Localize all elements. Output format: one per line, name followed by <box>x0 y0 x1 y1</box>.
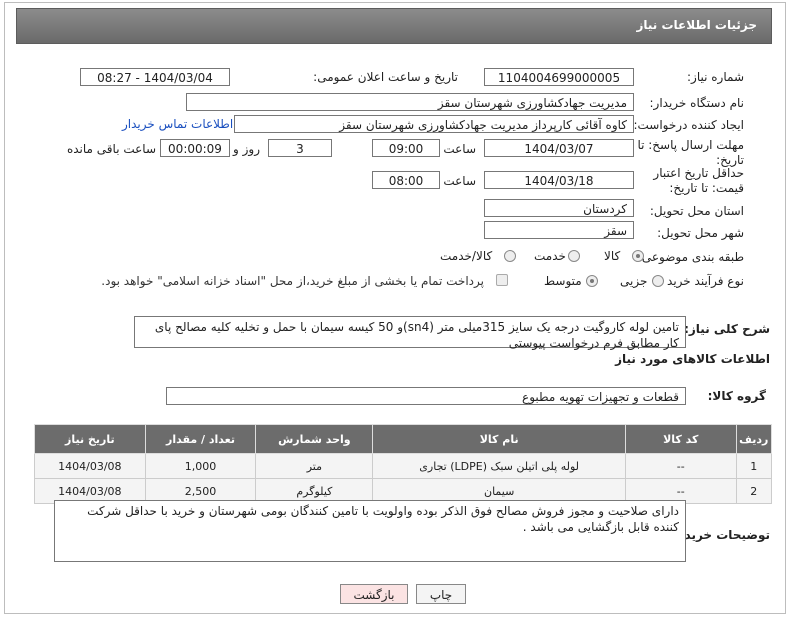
page-title: جزئیات اطلاعات نیاز <box>636 18 757 32</box>
col-name-header: نام کالا <box>372 424 626 454</box>
treasury-checkbox[interactable] <box>496 274 508 286</box>
goods-group-label: گروه کالا: <box>707 389 766 403</box>
requester-field: کاوه آقائی کارپرداز مدیریت جهادکشاورزی ش… <box>234 115 634 133</box>
print-button[interactable]: چاپ <box>416 584 466 604</box>
table-row: 1 -- لوله پلی اتیلن سبک (LDPE) تجاری متر… <box>34 453 773 479</box>
province-label: استان محل تحویل: <box>649 204 744 218</box>
category-label: طبقه بندی موضوعی: <box>637 250 744 264</box>
process-label: نوع فرآیند خرید : <box>659 274 744 288</box>
page: جزئیات اطلاعات نیاز شماره نیاز: 11040046… <box>0 0 788 620</box>
category-radio-service[interactable] <box>568 250 580 262</box>
category-option-goods: کالا <box>604 249 621 263</box>
category-option-goods-service: کالا/خدمت <box>440 249 493 263</box>
province-field: کردستان <box>484 199 634 217</box>
validity-hour-label: ساعت <box>443 174 476 188</box>
day-and-label: روز و <box>233 142 260 156</box>
buyer-org-field: مدیریت جهادکشاورزی شهرستان سقز <box>186 93 634 111</box>
items-table: ردیف کد کالا نام کالا واحد شمارش تعداد /… <box>34 424 773 504</box>
process-radio-medium[interactable] <box>586 275 598 287</box>
buyer-contact-link[interactable]: اطلاعات تماس خریدار <box>122 117 233 131</box>
general-desc-field: تامین لوله کاروگیت درجه یک سایز 315میلی … <box>134 316 686 350</box>
col-date-header: تاریخ نیاز <box>34 424 146 454</box>
city-field: سقز <box>484 221 634 239</box>
buyer-notes-field: دارای صلاحیت و مجوز فروش مصالح فوق الذکر… <box>54 500 686 562</box>
process-option-minor: جزیی <box>620 274 648 288</box>
category-radio-goods[interactable] <box>632 250 644 262</box>
category-radio-goods-service[interactable] <box>504 250 516 262</box>
deadline-date-field: 1404/03/07 <box>484 139 634 157</box>
cell-date: 1404/03/08 <box>34 453 146 479</box>
col-code-header: کد کالا <box>624 424 737 454</box>
category-option-service: خدمت <box>534 249 566 263</box>
city-label: شهر محل تحویل: <box>657 226 744 240</box>
cell-row: 2 <box>735 478 773 504</box>
process-radio-minor[interactable] <box>652 275 664 287</box>
deadline-label: مهلت ارسال پاسخ: تا تاریخ: <box>637 138 744 167</box>
goods-info-heading: اطلاعات کالاهای مورد نیاز <box>615 352 770 366</box>
remaining-label: ساعت باقی مانده <box>66 142 156 156</box>
need-number-field: 1104004699000005 <box>484 68 634 86</box>
cell-qty: 1,000 <box>144 453 257 479</box>
goods-group-field: قطعات و تجهیزات تهویه مطبوع <box>166 387 686 405</box>
validity-label: حداقل تاریخ اعتبار قیمت: تا تاریخ: <box>653 166 744 195</box>
buyer-org-label: نام دستگاه خریدار: <box>649 96 745 110</box>
table-header-row: ردیف کد کالا نام کالا واحد شمارش تعداد /… <box>34 424 773 454</box>
deadline-time-field: 09:00 <box>372 139 440 157</box>
process-option-medium: متوسط <box>544 274 582 288</box>
cell-unit: متر <box>255 453 374 479</box>
page-header: جزئیات اطلاعات نیاز <box>16 8 772 44</box>
validity-date-field: 1404/03/18 <box>484 171 634 189</box>
deadline-hour-label: ساعت <box>443 142 476 156</box>
need-number-label: شماره نیاز: <box>687 70 744 84</box>
remaining-time-field: 00:00:09 <box>160 139 230 157</box>
requester-label: ایجاد کننده درخواست: <box>633 118 744 132</box>
col-qty-header: تعداد / مقدار <box>144 424 257 454</box>
announce-datetime-label: تاریخ و ساعت اعلان عمومی: <box>313 70 458 84</box>
col-unit-header: واحد شمارش <box>255 424 374 454</box>
col-row-header: ردیف <box>735 424 773 454</box>
cell-row: 1 <box>735 453 773 479</box>
validity-time-field: 08:00 <box>372 171 440 189</box>
back-button[interactable]: بازگشت <box>340 584 408 604</box>
general-desc-label: شرح کلی نیاز: <box>684 322 770 336</box>
announce-datetime-field: 1404/03/04 - 08:27 <box>80 68 230 86</box>
cell-code: -- <box>624 453 737 479</box>
cell-name: لوله پلی اتیلن سبک (LDPE) تجاری <box>372 453 626 479</box>
days-field: 3 <box>268 139 332 157</box>
treasury-note: پرداخت تمام یا بخشی از مبلغ خرید،از محل … <box>101 274 484 288</box>
